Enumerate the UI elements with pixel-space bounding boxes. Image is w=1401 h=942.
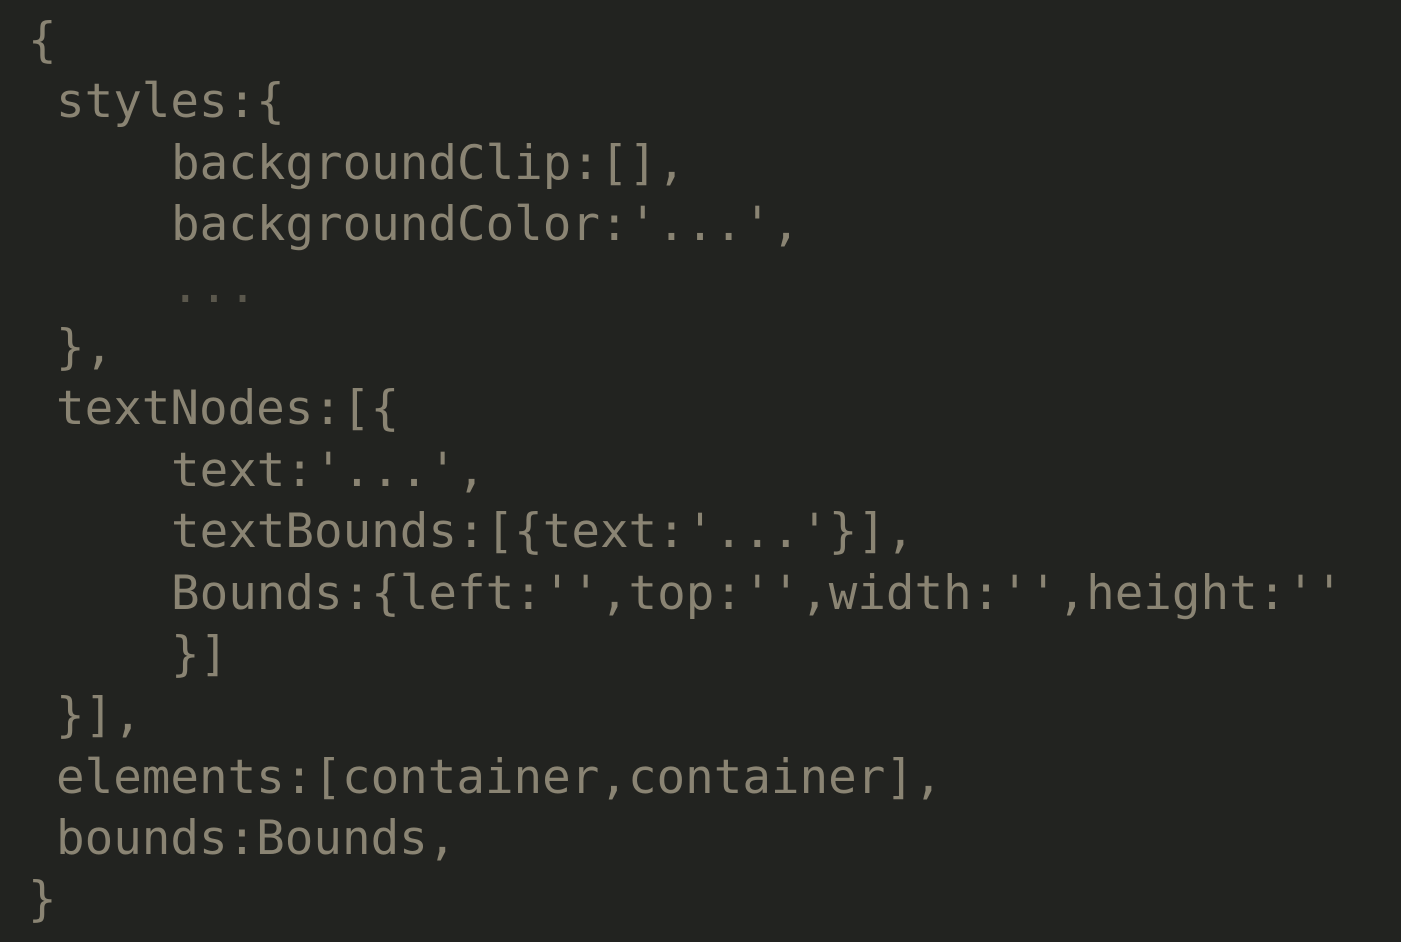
- code-line: textBounds:[{text:'...'}],: [171, 504, 915, 560]
- code-line: styles:{: [56, 74, 285, 130]
- code-line: }],: [56, 688, 142, 744]
- code-line: },: [56, 319, 114, 375]
- code-line: }: [28, 872, 57, 928]
- code-line: Bounds:{left:'',top:'',width:'',height:'…: [171, 565, 1344, 621]
- code-line: backgroundColor:'...',: [171, 197, 801, 253]
- code-line: text:'...',: [171, 442, 486, 498]
- code-line: ...: [171, 258, 257, 314]
- code-editor[interactable]: { styles:{ backgroundClip:[], background…: [0, 0, 1401, 942]
- code-block: { styles:{ backgroundClip:[], background…: [0, 10, 1401, 931]
- code-line: bounds:Bounds,: [56, 811, 457, 867]
- code-line: backgroundClip:[],: [171, 135, 686, 191]
- code-line: {: [28, 13, 57, 68]
- code-line: }]: [171, 626, 229, 682]
- code-line: textNodes:[{: [56, 381, 400, 437]
- code-line: elements:[container,container],: [56, 749, 943, 805]
